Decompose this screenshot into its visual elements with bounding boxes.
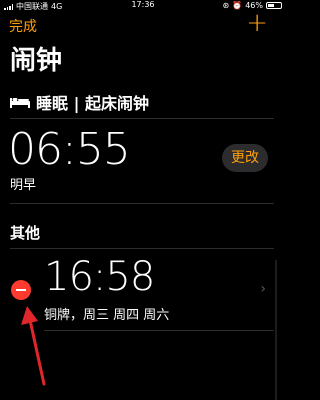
alarm-screen: 中国联通 4G 17:36 ⊛ ⏰ 46% 完成 + 闹钟 睡眠 | 起床闹钟 … [0, 0, 286, 400]
annotation-arrow-icon [21, 306, 46, 386]
